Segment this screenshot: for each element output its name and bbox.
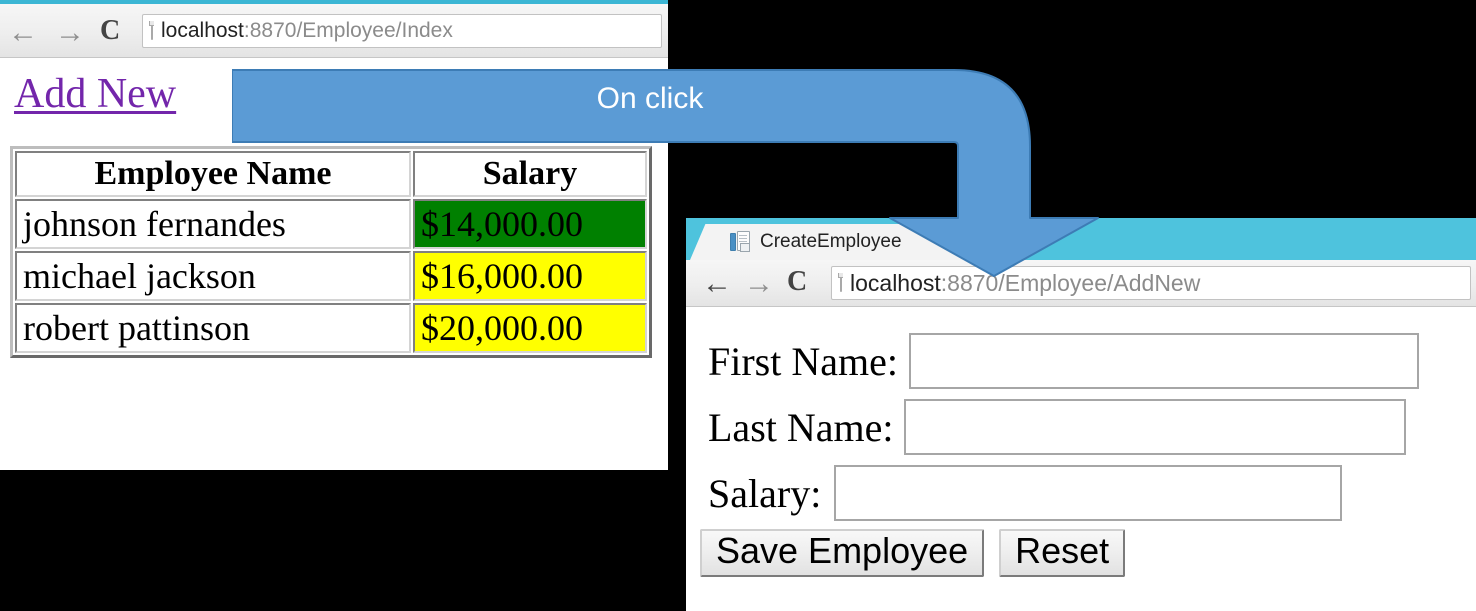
form-actions: Save Employee Reset [700,529,1126,577]
cell-employee-name: michael jackson [15,251,411,301]
window2-toolbar: ← → C localhost:8870/Employee/AddNew [686,260,1476,307]
cell-employee-name: robert pattinson [15,303,411,353]
employee-table: Employee Name Salary johnson fernandes $… [10,146,652,358]
tab-title: CreateEmployee [760,231,902,252]
salary-input[interactable] [834,465,1343,521]
cell-salary: $20,000.00 [413,303,647,353]
url-host: localhost [161,19,244,42]
window1-toolbar: ← → C localhost:8870/Employee/Index [0,4,668,58]
address-bar[interactable]: localhost:8870/Employee/Index [142,14,662,48]
reset-button[interactable]: Reset [999,529,1126,577]
window2-page-content: First Name: Last Name: Salary: Save Empl… [686,307,1476,611]
cell-salary: $16,000.00 [413,251,647,301]
browser-tab-createemployee[interactable]: CreateEmployee [704,224,1004,260]
salary-label: Salary: [708,470,822,516]
address-bar[interactable]: localhost:8870/Employee/AddNew [831,266,1471,300]
url-path: :8870/Employee/Index [243,19,453,42]
cell-salary: $14,000.00 [413,199,647,249]
back-icon[interactable]: ← [702,269,732,299]
form-row-first-name: First Name: [708,333,1419,389]
column-header-salary: Salary [413,151,647,197]
first-name-input[interactable] [908,333,1419,389]
tab-document-icon [730,231,750,253]
reload-icon[interactable]: C [787,268,807,296]
last-name-label: Last Name: [708,404,894,450]
page-document-icon [149,21,154,40]
cell-employee-name: johnson fernandes [15,199,411,249]
form-row-last-name: Last Name: [708,399,1406,455]
table-row: michael jackson $16,000.00 [15,251,647,301]
browser-window-addnew: CreateEmployee ← → C localhost:8870/Empl… [686,218,1476,611]
save-employee-button[interactable]: Save Employee [700,529,985,577]
url-path: :8870/Employee/AddNew [940,269,1201,296]
forward-icon[interactable]: → [744,269,774,299]
table-header-row: Employee Name Salary [15,151,647,197]
table-row: johnson fernandes $14,000.00 [15,199,647,249]
form-row-salary: Salary: [708,465,1343,521]
back-icon[interactable]: ← [8,18,38,48]
first-name-label: First Name: [708,338,898,384]
table-row: robert pattinson $20,000.00 [15,303,647,353]
forward-icon[interactable]: → [55,18,85,48]
page-document-icon [838,273,843,292]
last-name-input[interactable] [903,399,1406,455]
add-new-link[interactable]: Add New [14,70,176,118]
column-header-employee-name: Employee Name [15,151,411,197]
reload-icon[interactable]: C [100,17,120,45]
url-host: localhost [850,269,941,296]
